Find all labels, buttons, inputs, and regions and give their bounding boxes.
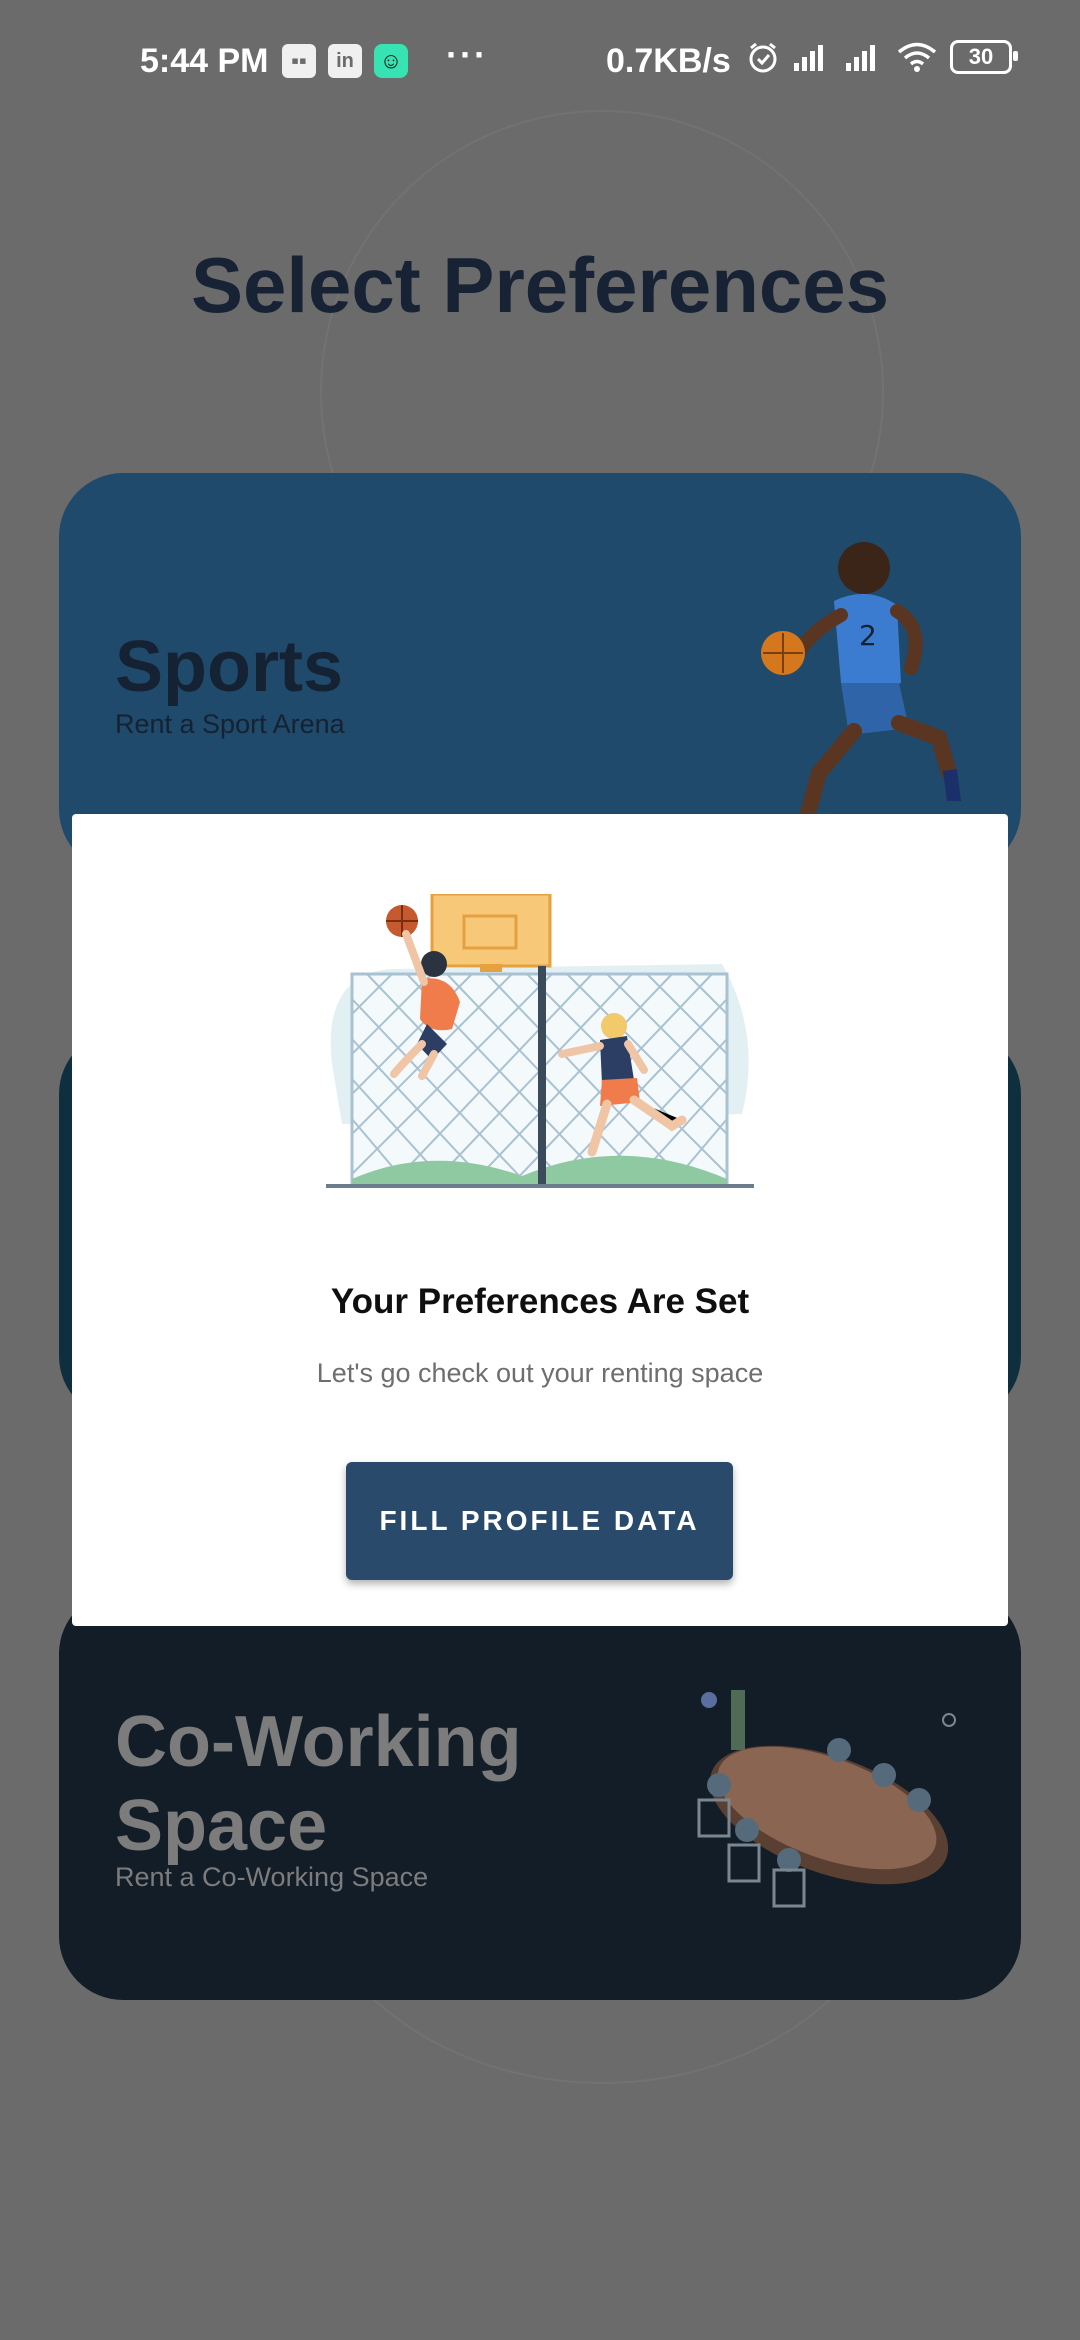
network-speed: 0.7KB/s bbox=[606, 42, 731, 80]
system-icons: 30 bbox=[746, 40, 1018, 74]
wifi-icon bbox=[897, 42, 937, 72]
more-icon: ··· bbox=[446, 34, 488, 75]
status-bar: 5:44 PM ▪▪ in ☺ ··· 0.7KB/s 30 bbox=[0, 0, 1080, 125]
sports-card[interactable]: Sports Rent a Sport Arena 2 bbox=[59, 473, 1021, 873]
signal-icon bbox=[794, 45, 823, 71]
basketball-court-illustration bbox=[326, 894, 754, 1188]
status-time: 5:44 PM bbox=[140, 42, 269, 80]
svg-text:2: 2 bbox=[859, 619, 877, 652]
battery-level: 30 bbox=[968, 44, 994, 69]
page-title: Select Preferences bbox=[190, 241, 890, 329]
dialog-message: Let's go check out your renting space bbox=[316, 1358, 764, 1388]
linkedin-icon: in bbox=[328, 44, 362, 78]
preferences-set-dialog: Your Preferences Are Set Let's go check … bbox=[72, 814, 1008, 1626]
dialog-title: Your Preferences Are Set bbox=[330, 1282, 750, 1321]
coworking-card[interactable]: Co-Working Space Rent a Co-Working Space bbox=[59, 1590, 1021, 2000]
sports-card-subtitle: Rent a Sport Arena bbox=[115, 709, 345, 739]
notification-icons: ▪▪ in ☺ bbox=[282, 44, 408, 78]
coworking-card-subtitle: Rent a Co-Working Space bbox=[115, 1862, 429, 1892]
coworking-card-title: Co-Working Space bbox=[115, 1702, 522, 1866]
coworking-illustration bbox=[697, 1690, 956, 1908]
alarm-icon bbox=[749, 42, 777, 73]
battery-icon: 30 bbox=[950, 40, 1018, 74]
signal-icon bbox=[846, 45, 875, 71]
basketball-player-illustration: 2 bbox=[761, 542, 961, 845]
app-icon: ☺ bbox=[374, 44, 408, 78]
fill-profile-data-button[interactable]: FILL PROFILE DATA bbox=[346, 1462, 733, 1580]
sports-card-title: Sports bbox=[115, 627, 344, 707]
message-icon: ▪▪ bbox=[282, 44, 316, 78]
